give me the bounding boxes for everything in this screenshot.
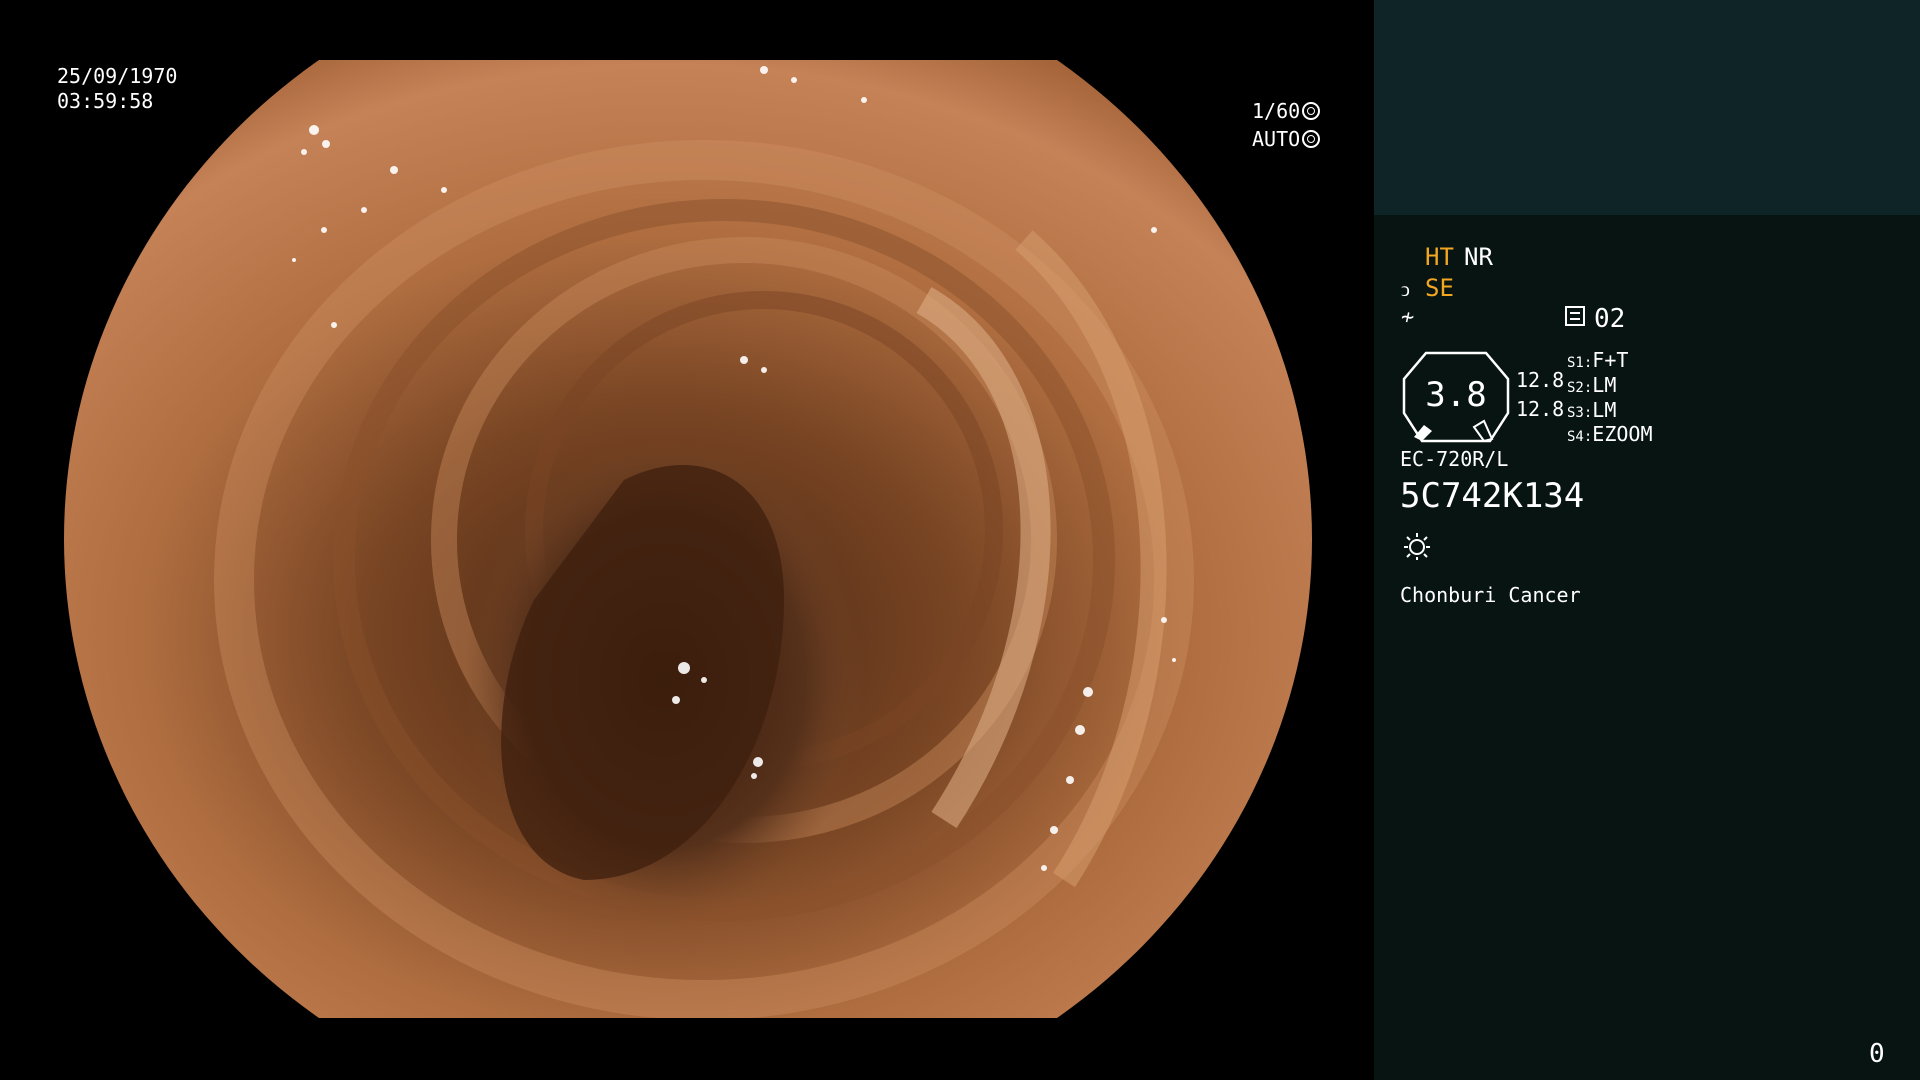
hospital-name: Chonburi Cancer — [1400, 583, 1581, 607]
info-panel-header — [1374, 0, 1920, 215]
endoscopic-image — [64, 60, 1312, 1018]
noise-reduction-mode: NR — [1464, 243, 1493, 271]
serial-number: 5C742K134 — [1400, 476, 1585, 516]
zoom-value: 3.8 — [1425, 375, 1487, 415]
light-icon — [1404, 533, 1430, 560]
info-panel — [1374, 215, 1920, 1080]
switch-row-3: S3:LM — [1567, 398, 1616, 425]
shutter-value: 1/60 — [1252, 99, 1301, 123]
mucosa-illustration — [64, 60, 1312, 1018]
switch-row-4: S4:EZOOM — [1567, 422, 1653, 449]
value-b: 12.8 — [1516, 397, 1565, 421]
switch-key: S1: — [1567, 355, 1593, 371]
endoscope-viewport: 25/09/1970 03:59:58 1/60 AUTO — [0, 0, 1374, 1080]
iris-readout: AUTO — [1252, 127, 1321, 152]
iris-icon — [1302, 130, 1321, 148]
scope-model: EC-720R/L — [1400, 447, 1509, 471]
enhancement-mode: HT — [1425, 243, 1454, 271]
value-a: 12.8 — [1516, 368, 1565, 392]
edge-icon: ≁ — [1401, 305, 1415, 330]
se-icon: ↄ — [1401, 277, 1410, 301]
switch-key: S4: — [1567, 429, 1593, 445]
frame-counter: 0 — [1869, 1039, 1885, 1069]
switch-row-2: S2:LM — [1567, 373, 1616, 400]
date-readout: 25/09/1970 — [57, 64, 178, 88]
time-readout: 03:59:58 — [57, 89, 154, 113]
switch-key: S3: — [1567, 405, 1593, 421]
switch-key: S2: — [1567, 380, 1593, 396]
switch-value: LM — [1592, 373, 1617, 397]
memory-slot: 02 — [1594, 304, 1626, 334]
switch-value: F+T — [1592, 348, 1629, 372]
memory-icon — [1565, 306, 1585, 326]
shutter-icon — [1302, 102, 1321, 120]
iris-value: AUTO — [1252, 127, 1301, 151]
structure-enhancement-mode: SE — [1425, 274, 1454, 302]
shutter-readout: 1/60 — [1252, 99, 1321, 124]
switch-value: EZOOM — [1592, 422, 1653, 446]
switch-row-1: S1:F+T — [1567, 348, 1628, 375]
switch-value: LM — [1592, 398, 1617, 422]
